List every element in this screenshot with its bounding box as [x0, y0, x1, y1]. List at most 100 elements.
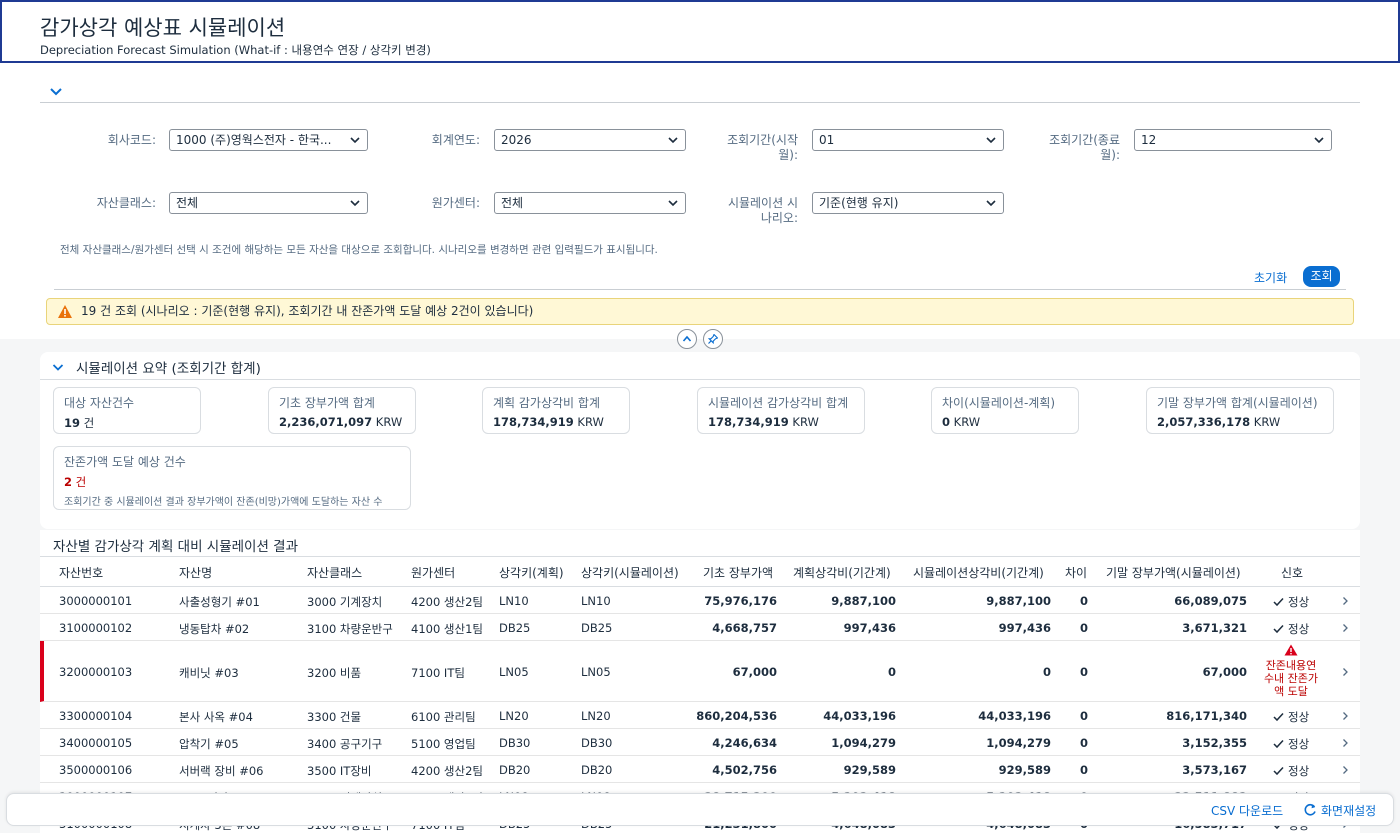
kpi-value: 0 KRW	[942, 415, 981, 429]
csv-download-button[interactable]: CSV 다운로드	[1211, 802, 1283, 819]
column-header[interactable]: 신호	[1281, 564, 1303, 581]
message-strip: 19 건 조회 (시나리오 : 기준(현행 유지), 조회기간 내 잔존가액 도…	[46, 298, 1354, 325]
kpi-label: 대상 자산건수	[64, 396, 135, 410]
column-header[interactable]: 자산명	[179, 564, 212, 581]
scenario-value: 기준(현행 유지)	[819, 196, 899, 210]
go-button[interactable]: 조회	[1303, 266, 1340, 287]
kpi-card: 기말 장부가액 합계(시뮬레이션) 2,057,336,178 KRW	[1146, 387, 1334, 434]
signal-ok: 정상	[1273, 736, 1309, 752]
chevron-right-icon[interactable]	[1340, 596, 1350, 606]
chevron-down-icon	[986, 200, 996, 207]
fiscal-year-select[interactable]: 2026	[494, 129, 686, 151]
kpi-card: 대상 자산건수 19 건	[53, 387, 201, 434]
cell-k2: LN10	[581, 594, 611, 608]
cell-diff: 0	[1079, 621, 1088, 635]
cell-no: 3300000104	[59, 709, 133, 723]
kpi-label: 계획 감가상각비 합계	[493, 396, 600, 410]
checkmark-icon	[1273, 624, 1284, 634]
cell-cls: 3200 비품	[307, 666, 362, 680]
company-label: 회사코드:	[107, 133, 156, 147]
reset-button[interactable]: 초기화	[1250, 267, 1291, 288]
checkmark-icon	[1273, 597, 1284, 607]
kpi-value: 2,236,071,097 KRW	[279, 415, 403, 429]
divider	[40, 556, 1360, 557]
chevron-right-icon[interactable]	[1340, 738, 1350, 748]
company-value: 1000 (주)영웍스전자 - 한국...	[176, 133, 332, 147]
table-row[interactable]: 3300000104 본사 사옥 #04 3300 건물 6100 관리팀 LN20 LN…	[40, 702, 1360, 729]
page-header: 감가상각 예상표 시뮬레이션 Depreciation Forecast Sim…	[0, 0, 1400, 63]
checkmark-icon	[1273, 739, 1284, 749]
asset-class-select[interactable]: 전체	[169, 192, 368, 214]
kpi-card: 계획 감가상각비 합계 178,734,919 KRW	[482, 387, 630, 434]
table-row[interactable]: 3200000103 캐비닛 #03 3200 비품 7100 IT팀 LN05 LN05…	[40, 641, 1360, 702]
cell-cc: 7100 IT팀	[411, 666, 465, 680]
column-header[interactable]: 상각키(시뮬레이션)	[581, 564, 679, 581]
signal-ok: 정상	[1273, 621, 1309, 637]
cost-center-select[interactable]: 전체	[494, 192, 686, 214]
refresh-icon[interactable]	[1303, 803, 1317, 817]
chevron-right-icon[interactable]	[1340, 667, 1350, 677]
chevron-down-icon[interactable]	[48, 83, 64, 99]
pin-header-button[interactable]	[703, 329, 723, 349]
scenario-select[interactable]: 기준(현행 유지)	[812, 192, 1004, 214]
cell-diff: 0	[1079, 709, 1088, 723]
table-row[interactable]: 3000000101 사출성형기 #01 3000 기계장치 4200 생산2팀 LN1…	[40, 587, 1360, 614]
table-row[interactable]: 3500000106 서버랙 장비 #06 3500 IT장비 4200 생산2팀 DB…	[40, 756, 1360, 783]
signal-error: 잔존내용연 수내 잔존가 액 도달	[1256, 644, 1326, 698]
cell-plan: 0	[887, 665, 896, 679]
column-header[interactable]: 기말 장부가액(시뮬레이션)	[1106, 564, 1241, 581]
chevron-right-icon[interactable]	[1340, 765, 1350, 775]
cell-name: 본사 사옥 #04	[179, 710, 253, 724]
column-header[interactable]: 자산번호	[59, 564, 103, 581]
cell-k1: LN10	[499, 594, 529, 608]
cell-plan: 997,436	[843, 621, 896, 635]
chevron-right-icon[interactable]	[1340, 623, 1350, 633]
cell-cc: 4200 생산2팀	[411, 764, 483, 778]
column-header[interactable]: 상각키(계획)	[499, 564, 564, 581]
checkmark-icon	[1273, 712, 1284, 722]
cell-open: 4,668,757	[712, 621, 777, 635]
cell-no: 3100000102	[59, 621, 133, 635]
reset-view-button[interactable]: 화면재설정	[1321, 802, 1376, 819]
table-title: 자산별 감가상각 계획 대비 시뮬레이션 결과	[53, 539, 299, 555]
cell-diff: 0	[1079, 594, 1088, 608]
divider	[40, 102, 1360, 103]
kpi-value: 2,057,336,178 KRW	[1157, 415, 1281, 429]
period-from-label: 조회기간(시작 월):	[700, 133, 798, 163]
cell-cls: 3400 공구기구	[307, 737, 383, 751]
cost-center-label: 원가센터:	[431, 196, 480, 210]
divider	[54, 289, 1346, 290]
signal-error-text: 액 도달	[1274, 685, 1308, 698]
column-header[interactable]: 차이	[1065, 564, 1087, 581]
cell-k1: LN05	[499, 665, 529, 679]
asset-class-value: 전체	[176, 196, 199, 210]
cell-open: 67,000	[732, 665, 777, 679]
cell-k1: DB30	[499, 736, 531, 750]
column-header[interactable]: 원가센터	[411, 564, 455, 581]
cell-name: 서버랙 장비 #06	[179, 764, 264, 778]
checkmark-icon	[1273, 766, 1284, 776]
signal-text: 정상	[1288, 737, 1310, 751]
column-header[interactable]: 계획상각비(기간계)	[793, 564, 891, 581]
chevron-right-icon[interactable]	[1340, 711, 1350, 721]
cell-cc: 4200 생산2팀	[411, 595, 483, 609]
period-to-select[interactable]: 12	[1134, 129, 1332, 151]
table-row[interactable]: 3400000105 압착기 #05 3400 공구기구 5100 영업팀 DB30 DB…	[40, 729, 1360, 756]
chevron-down-icon[interactable]	[51, 360, 65, 374]
cell-cc: 5100 영업팀	[411, 737, 476, 751]
period-from-select[interactable]: 01	[812, 129, 1004, 151]
company-select[interactable]: 1000 (주)영웍스전자 - 한국...	[169, 129, 368, 151]
kpi-card: 잔존가액 도달 예상 건수 2 건 조회기간 중 시뮬레이션 결과 장부가액이 …	[53, 446, 411, 510]
column-header[interactable]: 자산클래스	[307, 564, 362, 581]
column-header[interactable]: 기초 장부가액	[703, 564, 773, 581]
table-row[interactable]: 3100000102 냉동탑차 #02 3100 차량운반구 4100 생산1팀 DB2…	[40, 614, 1360, 641]
kpi-label: 기초 장부가액 합계	[279, 396, 375, 410]
cell-name: 사출성형기 #01	[179, 595, 260, 609]
kpi-description: 조회기간 중 시뮬레이션 결과 장부가액이 잔존(비망)가액에 도달하는 자산 …	[64, 497, 383, 508]
collapse-header-button[interactable]	[677, 329, 697, 349]
cell-name: 냉동탑차 #02	[179, 622, 250, 636]
page-subtitle: Depreciation Forecast Simulation (What-i…	[40, 43, 431, 57]
column-header[interactable]: 시뮬레이션상각비(기간계)	[913, 564, 1044, 581]
kpi-card: 시뮬레이션 감가상각비 합계 178,734,919 KRW	[697, 387, 865, 434]
asset-class-label: 자산클래스:	[96, 196, 156, 210]
